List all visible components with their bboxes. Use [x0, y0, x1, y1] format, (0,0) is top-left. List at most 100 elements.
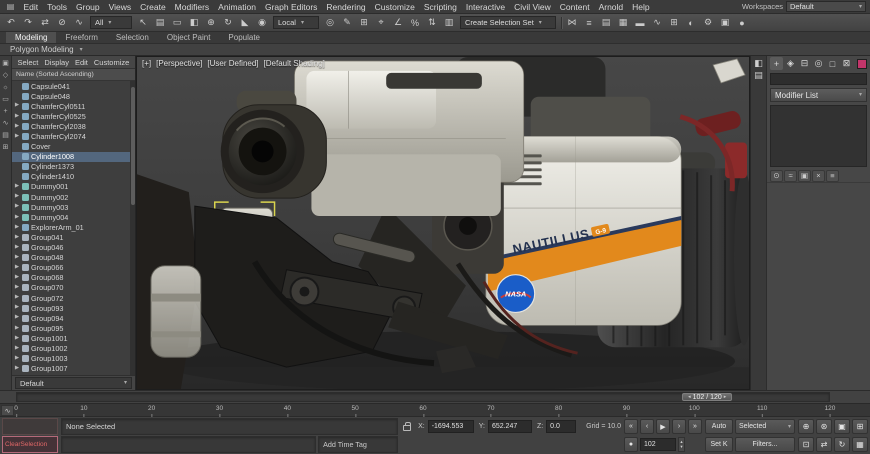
named-selection-set-dropdown[interactable]: Create Selection Set ▾ [460, 16, 556, 29]
previous-frame-arrow-icon[interactable]: ◂ [688, 395, 691, 400]
render-setup-icon[interactable]: ⚙ [700, 15, 716, 30]
expand-arrow-icon[interactable]: ▶ [14, 285, 20, 291]
expand-arrow-icon[interactable]: ▶ [14, 255, 20, 261]
time-slider-handle[interactable]: ◂ 102 / 120 ▸ [682, 393, 732, 401]
expand-arrow-icon[interactable]: ▶ [14, 356, 20, 362]
Group1003[interactable]: ▶ Group1003 [12, 354, 135, 364]
menu-item[interactable]: Edit [19, 2, 43, 12]
menu-item[interactable]: Interactive [461, 2, 509, 12]
unlink-selection-icon[interactable]: ⊘ [54, 15, 70, 30]
select-and-rotate-icon[interactable]: ↻ [220, 15, 236, 30]
maximize-viewport-toggle-icon[interactable]: ▦ [852, 437, 868, 452]
expand-arrow-icon[interactable]: ▶ [14, 275, 20, 281]
x-coordinate-field[interactable]: -1694.553 [428, 420, 474, 433]
Cylinder1410[interactable]: ▶ Cylinder1410 [12, 172, 135, 182]
Dummy001[interactable]: ▶ Dummy001 [12, 182, 135, 192]
menu-item[interactable]: Group [72, 2, 105, 12]
Group048[interactable]: ▶ Group048 [12, 253, 135, 263]
viewport-shading-menu[interactable]: [Default Shading] [264, 59, 325, 68]
go-to-end-button[interactable]: » [688, 419, 702, 434]
expand-arrow-icon[interactable]: ▶ [14, 315, 20, 321]
menu-item[interactable]: Graph Editors [260, 2, 321, 12]
next-frame-arrow-icon[interactable]: ▸ [724, 395, 727, 400]
ribbon-tab[interactable]: Populate [219, 32, 269, 43]
expand-arrow-icon[interactable]: ▶ [14, 215, 20, 221]
application-menu-icon[interactable]: ▤ [4, 1, 17, 12]
open-mini-curve-editor-button[interactable]: ∿ [1, 405, 14, 416]
toggle-layer-explorer-icon[interactable]: ▦ [615, 15, 631, 30]
zoom-extents-all-icon[interactable]: ⊞ [852, 419, 868, 434]
configure-modifier-sets-icon[interactable]: ≡ [826, 170, 839, 182]
selection-filter-dropdown[interactable]: All ▾ [90, 16, 132, 29]
menu-item[interactable]: Animation [214, 2, 261, 12]
menu-item[interactable]: Customize [370, 2, 419, 12]
keyboard-shortcut-override-icon[interactable]: ⊞ [356, 15, 372, 30]
ExplorerArm_01[interactable]: ▶ ExplorerArm_01 [12, 222, 135, 232]
add-viewport-layout-icon[interactable]: ▤ [754, 72, 763, 79]
key-set-dropdown[interactable]: Selected ▾ [735, 419, 795, 434]
expand-arrow-icon[interactable]: ▶ [14, 245, 20, 251]
object-name-field[interactable] [770, 73, 867, 85]
Group1002[interactable]: ▶ Group1002 [12, 343, 135, 353]
remove-modifier-icon[interactable]: × [812, 170, 825, 182]
menu-item[interactable]: Help [628, 2, 654, 12]
Group066[interactable]: ▶ Group066 [12, 263, 135, 273]
explorer-scrollbar[interactable] [130, 81, 135, 375]
explorer-menu-item[interactable]: Customize [91, 58, 131, 67]
modifier-list-dropdown[interactable]: Modifier List ▾ [770, 88, 867, 102]
snap-toggle-icon[interactable]: ⌖ [373, 15, 389, 30]
add-time-tag-field[interactable]: Add Time Tag [318, 436, 398, 453]
show-end-result-icon[interactable]: ≈ [784, 170, 797, 182]
toggle-ribbon-icon[interactable]: ▬ [632, 15, 648, 30]
viewport-user-menu[interactable]: [User Defined] [207, 59, 258, 68]
spin-down-icon[interactable]: ▾ [679, 445, 684, 450]
Cylinder1373[interactable]: ▶ Cylinder1373 [12, 162, 135, 172]
explorer-preset-dropdown[interactable]: Default ▾ [15, 377, 132, 389]
zoom-icon[interactable]: ⊕ [798, 419, 814, 434]
window-crossing-icon[interactable]: ◧ [186, 15, 202, 30]
menu-item[interactable]: Scripting [419, 2, 461, 12]
display-geometry-toggle-icon[interactable]: ▣ [2, 60, 9, 67]
next-frame-button[interactable]: › [672, 419, 686, 434]
expand-arrow-icon[interactable]: ▶ [14, 295, 20, 301]
redo-icon[interactable]: ↷ [20, 15, 36, 30]
object-color-swatch[interactable] [857, 59, 867, 69]
ChamferCyl0511[interactable]: ▶ ChamferCyl0511 [12, 101, 135, 111]
z-coordinate-field[interactable]: 0.0 [546, 420, 576, 433]
expand-arrow-icon[interactable]: ▶ [14, 194, 20, 200]
set-key-button[interactable]: Set K [705, 437, 733, 452]
viewport-pov-menu[interactable]: [Perspective] [156, 59, 202, 68]
time-slider-track[interactable]: ◂ 102 / 120 ▸ [16, 392, 830, 402]
Group070[interactable]: ▶ Group070 [12, 283, 135, 293]
undo-icon[interactable]: ↶ [3, 15, 19, 30]
menu-item[interactable]: Content [555, 2, 594, 12]
expand-arrow-icon[interactable]: ▶ [14, 204, 20, 210]
expand-arrow-icon[interactable]: ▶ [14, 366, 20, 372]
bind-to-space-warp-icon[interactable]: ∿ [71, 15, 87, 30]
expand-arrow-icon[interactable]: ▶ [14, 305, 20, 311]
select-and-scale-icon[interactable]: ◣ [237, 15, 253, 30]
mirror-icon[interactable]: ⋈ [564, 15, 580, 30]
select-by-name-icon[interactable]: ▤ [152, 15, 168, 30]
curve-editor-icon[interactable]: ∿ [649, 15, 665, 30]
Capsule041[interactable]: ▶ Capsule041 [12, 81, 135, 91]
rectangular-selection-region-icon[interactable]: ▭ [169, 15, 185, 30]
select-and-move-icon[interactable]: ⊕ [203, 15, 219, 30]
percent-snap-icon[interactable]: % [407, 15, 423, 30]
display-shapes-toggle-icon[interactable]: ◇ [3, 72, 8, 79]
render-production-icon[interactable]: ● [734, 15, 750, 30]
expand-arrow-icon[interactable]: ▶ [14, 103, 20, 109]
display-xrefs-toggle-icon[interactable]: ⊞ [3, 144, 9, 151]
Group095[interactable]: ▶ Group095 [12, 323, 135, 333]
utilities-tab-icon[interactable]: ⊠ [840, 57, 853, 70]
select-and-link-icon[interactable]: ⇄ [37, 15, 53, 30]
menu-item[interactable]: Civil View [510, 2, 556, 12]
display-groups-toggle-icon[interactable]: ▤ [2, 132, 9, 139]
create-tab-icon[interactable]: + [770, 57, 783, 70]
expand-arrow-icon[interactable]: ▶ [14, 124, 20, 130]
pin-stack-icon[interactable]: ⊙ [770, 170, 783, 182]
Capsule048[interactable]: ▶ Capsule048 [12, 91, 135, 101]
Group093[interactable]: ▶ Group093 [12, 303, 135, 313]
Group094[interactable]: ▶ Group094 [12, 313, 135, 323]
macro-recorder-field[interactable] [2, 418, 58, 435]
